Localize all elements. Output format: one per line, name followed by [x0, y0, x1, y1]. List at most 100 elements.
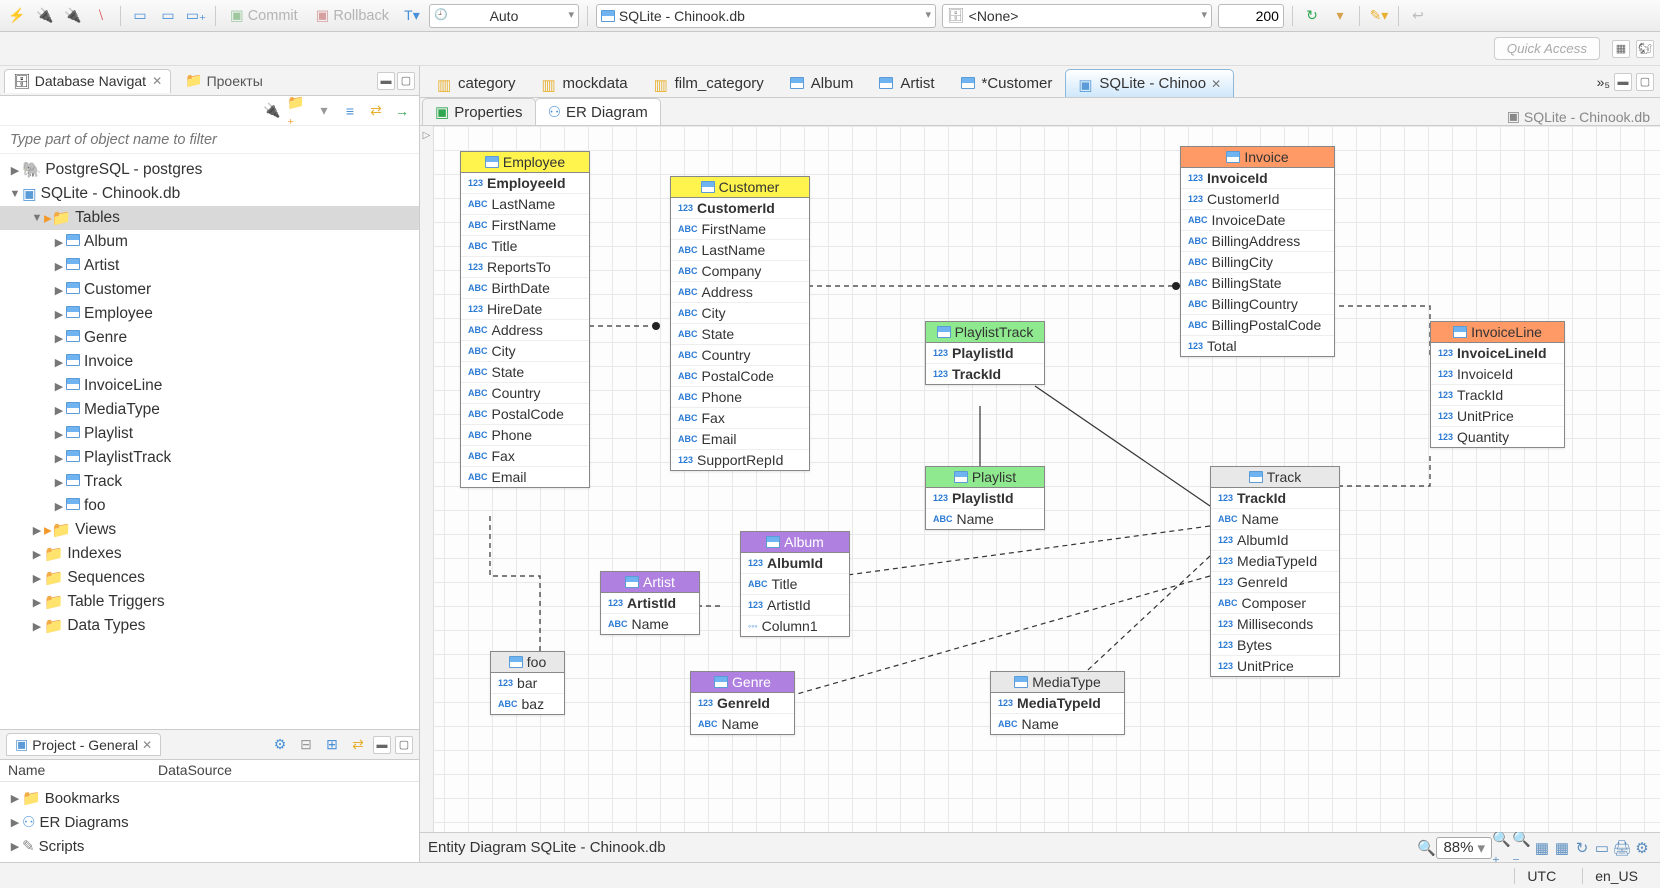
- entity-column[interactable]: ABCBirthDate: [461, 278, 589, 299]
- entity-column[interactable]: ABCPostalCode: [461, 404, 589, 425]
- entity-invoice[interactable]: Invoice123InvoiceId123CustomerIdABCInvoi…: [1180, 146, 1335, 357]
- entity-column[interactable]: 123CustomerId: [671, 198, 809, 219]
- entity-column[interactable]: 123Quantity: [1431, 427, 1564, 447]
- entity-column[interactable]: 123SupportRepId: [671, 450, 809, 470]
- search-icon[interactable]: 🔍: [1416, 838, 1436, 858]
- entity-column[interactable]: ABCCountry: [671, 345, 809, 366]
- entity-column[interactable]: ABCCountry: [461, 383, 589, 404]
- entity-column[interactable]: 123InvoiceId: [1431, 364, 1564, 385]
- entity-column[interactable]: ABCComposer: [1211, 593, 1339, 614]
- entity-column[interactable]: 123PlaylistId: [926, 488, 1044, 509]
- tree-row[interactable]: ▼▸📁Tables: [0, 206, 419, 230]
- grid-icon[interactable]: ▦: [1552, 838, 1572, 858]
- stop-icon[interactable]: ▾: [1329, 5, 1351, 27]
- entity-column[interactable]: ABCName: [601, 614, 699, 634]
- editor-tab[interactable]: ▥mockdata: [529, 69, 641, 97]
- entity-column[interactable]: 123MediaTypeId: [991, 693, 1124, 714]
- entity-column[interactable]: ABCFirstName: [461, 215, 589, 236]
- entity-mediatype[interactable]: MediaType123MediaTypeIdABCName: [990, 671, 1125, 735]
- entity-column[interactable]: 123TrackId: [926, 364, 1044, 384]
- editor-tab[interactable]: ▥category: [424, 69, 529, 97]
- entity-column[interactable]: 123Bytes: [1211, 635, 1339, 656]
- entity-column[interactable]: 123UnitPrice: [1211, 656, 1339, 676]
- tree-row[interactable]: ▶Customer: [0, 278, 419, 302]
- entity-album[interactable]: Album123AlbumIdABCTitle123ArtistId◦◦◦Col…: [740, 531, 850, 637]
- entity-genre[interactable]: Genre123GenreIdABCName: [690, 671, 795, 735]
- entity-column[interactable]: ABCbaz: [491, 694, 564, 714]
- commit-button[interactable]: ▣Commit: [224, 6, 304, 26]
- collapse-icon[interactable]: ≡: [339, 100, 361, 122]
- more-tabs-icon[interactable]: »₅: [1597, 74, 1610, 90]
- entity-column[interactable]: 123ReportsTo: [461, 257, 589, 278]
- er-canvas[interactable]: ▷: [420, 126, 1660, 832]
- entity-column[interactable]: ABCPostalCode: [671, 366, 809, 387]
- tree-row[interactable]: ▶Genre: [0, 326, 419, 350]
- tree-row[interactable]: ▶MediaType: [0, 398, 419, 422]
- commit-marker-icon[interactable]: ✎▾: [1368, 5, 1390, 27]
- tree-row[interactable]: ▶📁Sequences: [0, 566, 419, 590]
- tree-row[interactable]: ▶foo: [0, 494, 419, 518]
- entity-column[interactable]: ABCInvoiceDate: [1181, 210, 1334, 231]
- editor-tab[interactable]: Artist: [866, 69, 947, 97]
- disconnect-icon[interactable]: 🔌: [62, 5, 84, 27]
- entity-column[interactable]: 123Milliseconds: [1211, 614, 1339, 635]
- entity-column[interactable]: ABCBillingState: [1181, 273, 1334, 294]
- tab-database-navigator[interactable]: 🗄 Database Navigat ✕: [4, 69, 171, 93]
- entity-column[interactable]: ABCEmail: [671, 429, 809, 450]
- collapse-all-icon[interactable]: ⊟: [295, 734, 317, 756]
- entity-column[interactable]: 123ArtistId: [741, 595, 849, 616]
- entity-column[interactable]: 123MediaTypeId: [1211, 551, 1339, 572]
- tree-row[interactable]: ▶Artist: [0, 254, 419, 278]
- tab-projects[interactable]: 📁 Проекты: [177, 69, 271, 92]
- new-connection-icon[interactable]: ⚡: [6, 5, 28, 27]
- connection-combo[interactable]: SQLite - Chinook.db▾: [596, 4, 936, 28]
- entity-column[interactable]: ABCTitle: [461, 236, 589, 257]
- entity-track[interactable]: Track123TrackIdABCName123AlbumId123Media…: [1210, 466, 1340, 677]
- tree-row[interactable]: ▶Track: [0, 470, 419, 494]
- entity-column[interactable]: ABCCompany: [671, 261, 809, 282]
- refresh-icon[interactable]: ↻: [1572, 838, 1592, 858]
- entity-column[interactable]: 123AlbumId: [741, 553, 849, 574]
- project-tree[interactable]: ▶📁Bookmarks▶⚇ER Diagrams▶✎Scripts: [0, 782, 419, 862]
- entity-column[interactable]: ABCLastName: [461, 194, 589, 215]
- minimize-icon[interactable]: ▬: [1614, 73, 1632, 91]
- close-icon[interactable]: ✕: [142, 738, 152, 752]
- zoom-in-icon[interactable]: 🔍₊: [1492, 838, 1512, 858]
- tree-row[interactable]: ▶⚇ER Diagrams: [0, 810, 419, 834]
- editor-tab[interactable]: *Customer: [948, 69, 1066, 97]
- entity-column[interactable]: 123AlbumId: [1211, 530, 1339, 551]
- gear-icon[interactable]: ⚙: [1632, 838, 1652, 858]
- entity-column[interactable]: 123TrackId: [1211, 488, 1339, 509]
- entity-column[interactable]: ABCName: [991, 714, 1124, 734]
- entity-column[interactable]: ABCEmail: [461, 467, 589, 487]
- rollback-button[interactable]: ▣Rollback: [310, 6, 395, 26]
- gear-icon[interactable]: ⚙: [269, 734, 291, 756]
- entity-column[interactable]: 123bar: [491, 673, 564, 694]
- entity-column[interactable]: ABCState: [671, 324, 809, 345]
- link-icon[interactable]: ⇄: [365, 100, 387, 122]
- maximize-icon[interactable]: ▢: [395, 736, 413, 754]
- entity-column[interactable]: 123Total: [1181, 336, 1334, 356]
- print-icon[interactable]: 🖨: [1612, 838, 1632, 858]
- palette-handle[interactable]: ▷: [420, 126, 434, 832]
- export-icon[interactable]: ▭: [1592, 838, 1612, 858]
- minimize-icon[interactable]: ▬: [373, 736, 391, 754]
- entity-column[interactable]: ABCLastName: [671, 240, 809, 261]
- recent-sql-icon[interactable]: ▭: [157, 5, 179, 27]
- tree-row[interactable]: ▶📁Data Types: [0, 614, 419, 638]
- tree-row[interactable]: ▶📁Indexes: [0, 542, 419, 566]
- entity-column[interactable]: ABCPhone: [461, 425, 589, 446]
- entity-column[interactable]: ABCAddress: [461, 320, 589, 341]
- refresh-icon[interactable]: ↻: [1301, 5, 1323, 27]
- tab-project-general[interactable]: ▣ Project - General ✕: [6, 733, 161, 756]
- entity-column[interactable]: 123PlaylistId: [926, 343, 1044, 364]
- rows-input[interactable]: [1218, 4, 1284, 28]
- new-connection-alt-icon[interactable]: 🔌: [34, 5, 56, 27]
- editor-tab[interactable]: ▥film_category: [641, 69, 777, 97]
- entity-column[interactable]: ABCFirstName: [671, 219, 809, 240]
- tree-row[interactable]: ▶📁Bookmarks: [0, 786, 419, 810]
- tree-row[interactable]: ▶▸📁Views: [0, 518, 419, 542]
- maximize-icon[interactable]: ▢: [397, 72, 415, 90]
- tree-row[interactable]: ▶Album: [0, 230, 419, 254]
- entity-playlist[interactable]: Playlist123PlaylistIdABCName: [925, 466, 1045, 530]
